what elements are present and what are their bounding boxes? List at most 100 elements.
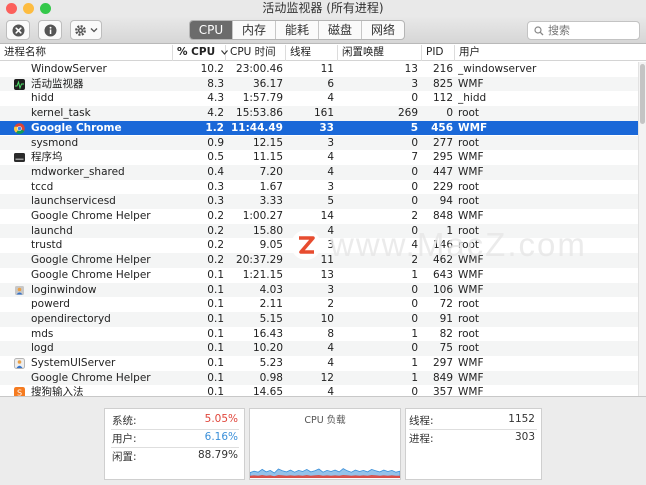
table-row[interactable]: WindowServer 10.2 23:00.46 11 13 216 _windowse…: [0, 62, 638, 77]
cell-threads: 4: [327, 92, 334, 105]
cell-name: kernel_task: [31, 107, 91, 120]
cell-threads: 14: [320, 210, 334, 222]
table-row[interactable]: Google Chrome Helper 0.1 1:21.15 13 1 643 WMF: [0, 268, 638, 283]
table-row[interactable]: Google Chrome Helper 0.2 20:37.29 11 2 462 WMF: [0, 253, 638, 268]
column-header-pid[interactable]: PID: [422, 45, 455, 61]
tab-energy[interactable]: 能耗: [276, 21, 319, 39]
column-header-threads[interactable]: 线程: [286, 45, 338, 61]
table-row[interactable]: loginwindow 0.1 4.03 3 0 106 WMF: [0, 282, 638, 298]
cell-pid: 643: [432, 268, 453, 281]
close-window-button[interactable]: [6, 3, 17, 14]
table-row[interactable]: sysmond 0.9 12.15 3 0 277 root: [0, 135, 638, 151]
zoom-window-button[interactable]: [40, 3, 51, 14]
cell-name: 程序坞: [31, 151, 63, 164]
cell-cpu: 0.1: [207, 371, 224, 384]
table-row[interactable]: launchd 0.2 15.80 4 0 1 root: [0, 223, 638, 239]
cell-name: Google Chrome Helper: [31, 268, 151, 281]
process-stats-panel: 线程: 1152 进程: 303: [405, 408, 542, 480]
column-header-name[interactable]: 进程名称: [0, 45, 173, 61]
column-header-cpu-time[interactable]: CPU 时间: [226, 45, 286, 61]
cell-cpu-time: 1:21.15: [242, 268, 283, 281]
cell-cpu: 1.2: [205, 121, 224, 134]
table-row[interactable]: opendirectoryd 0.1 5.15 10 0 91 root: [0, 311, 638, 327]
table-row[interactable]: logd 0.1 10.20 4 0 75 root: [0, 341, 638, 356]
cell-threads: 8: [327, 327, 334, 340]
minimize-window-button[interactable]: [23, 3, 34, 14]
tab-network[interactable]: 网络: [362, 21, 404, 39]
table-row[interactable]: Google Chrome Helper 0.1 0.98 12 1 849 WMF: [0, 370, 638, 386]
table-row[interactable]: S 搜狗输入法 0.1 14.65 4 0 357 WMF: [0, 385, 638, 396]
cell-threads: 10: [320, 312, 334, 325]
cell-user: WMF: [458, 283, 484, 296]
cell-cpu-time: 5.15: [259, 312, 283, 325]
cell-threads: 3: [327, 136, 334, 149]
cell-idle-wake: 0: [411, 92, 418, 105]
cell-pid: 75: [439, 342, 453, 355]
table-row[interactable]: kernel_task 4.2 15:53.86 161 269 0 root: [0, 106, 638, 121]
cell-user: WMF: [458, 254, 484, 267]
cell-user: WMF: [458, 357, 484, 369]
sogou-icon: S: [14, 387, 25, 396]
inspect-process-button[interactable]: [38, 20, 62, 40]
cell-threads: 3: [327, 283, 334, 296]
quit-process-button[interactable]: [6, 20, 30, 40]
cell-user: WMF: [458, 77, 484, 90]
column-header-idle-wake[interactable]: 闲置唤醒: [338, 45, 422, 61]
table-row[interactable]: tccd 0.3 1.67 3 0 229 root: [0, 180, 638, 195]
search-input[interactable]: [548, 23, 636, 38]
table-row[interactable]: mdworker_shared 0.4 7.20 4 0 447 WMF: [0, 164, 638, 180]
table-row-selected[interactable]: Google Chrome 1.2 11:44.49 33 5 456 WMF: [0, 120, 638, 136]
chrome-icon: [14, 122, 25, 134]
cell-threads: 5: [327, 195, 334, 208]
scrollbar-thumb[interactable]: [640, 64, 645, 124]
cell-cpu: 0.2: [207, 224, 224, 237]
cell-cpu-time: 10.20: [252, 342, 283, 355]
cell-cpu-time: 15.80: [252, 224, 283, 237]
column-header-user[interactable]: 用户: [455, 45, 646, 61]
cell-pid: 462: [432, 254, 453, 267]
table-row[interactable]: mds 0.1 16.43 8 1 82 root: [0, 327, 638, 342]
cell-name: mdworker_shared: [31, 165, 125, 178]
dock-icon: [14, 153, 25, 163]
cell-cpu: 0.1: [207, 268, 224, 281]
cell-cpu: 0.1: [207, 357, 224, 369]
tab-cpu[interactable]: CPU: [190, 21, 233, 39]
tab-disk[interactable]: 磁盘: [319, 21, 362, 39]
cell-name: mds: [31, 327, 54, 340]
tab-memory[interactable]: 内存: [233, 21, 276, 39]
search-field[interactable]: [527, 21, 640, 40]
cell-user: root: [458, 342, 480, 355]
cell-cpu: 0.1: [207, 312, 224, 325]
table-row[interactable]: SystemUIServer 0.1 5.23 4 1 297 WMF: [0, 356, 638, 371]
table-row[interactable]: powerd 0.1 2.11 2 0 72 root: [0, 297, 638, 312]
table-row[interactable]: launchservicesd 0.3 3.33 5 0 94 root: [0, 194, 638, 209]
cell-threads: 3: [327, 180, 334, 193]
table-row[interactable]: hidd 4.3 1:57.79 4 0 112 _hidd: [0, 91, 638, 106]
cell-user: root: [458, 312, 480, 325]
title-bar: 活动监视器 (所有进程): [0, 0, 646, 17]
cell-pid: 277: [432, 136, 453, 149]
cell-cpu: 0.1: [207, 298, 224, 311]
cell-cpu: 4.2: [207, 107, 224, 120]
table-row[interactable]: trustd 0.2 9.05 3 4 146 root: [0, 238, 638, 253]
cell-cpu: 0.1: [207, 386, 224, 396]
table-row[interactable]: Google Chrome Helper 0.2 1:00.27 14 2 848 WMF: [0, 209, 638, 224]
process-table: WindowServer 10.2 23:00.46 11 13 216 _windowse…: [0, 62, 638, 396]
cell-threads: 4: [327, 342, 334, 355]
cell-name: sysmond: [31, 136, 79, 149]
view-tabs: CPU 内存 能耗 磁盘 网络: [189, 20, 405, 40]
cell-idle-wake: 0: [411, 298, 418, 311]
svg-text:S: S: [17, 389, 22, 396]
gear-icon: [75, 24, 86, 36]
cell-cpu-time: 5.23: [259, 357, 283, 369]
table-scrollbar[interactable]: [638, 62, 646, 396]
cell-threads: 4: [327, 386, 334, 396]
cell-pid: 72: [439, 298, 453, 311]
cell-threads: 33: [319, 121, 334, 134]
cell-idle-wake: 0: [411, 136, 418, 149]
cell-pid: 849: [432, 371, 453, 384]
action-menu-button[interactable]: [70, 20, 102, 40]
table-row[interactable]: 活动监视器 8.3 36.17 6 3 825 WMF: [0, 76, 638, 92]
column-header-cpu[interactable]: % CPU: [173, 45, 228, 61]
table-row[interactable]: 程序坞 0.5 11.15 4 7 295 WMF: [0, 150, 638, 165]
